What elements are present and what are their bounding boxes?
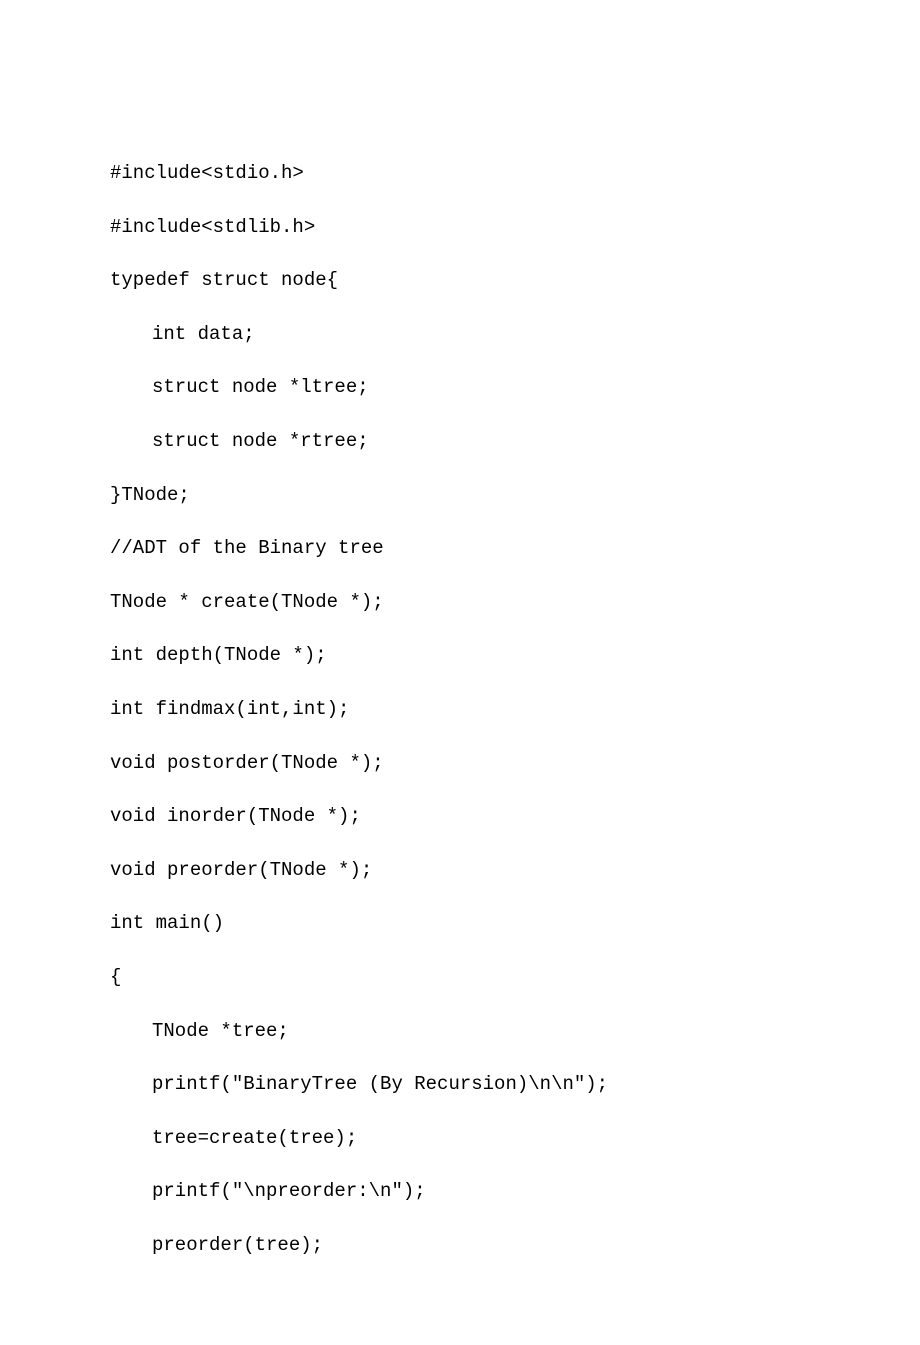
code-line: #include<stdio.h> (110, 160, 810, 187)
code-line: preorder(tree); (110, 1232, 810, 1259)
code-line: printf("\npreorder:\n"); (110, 1178, 810, 1205)
code-line: tree=create(tree); (110, 1125, 810, 1152)
code-line: TNode *tree; (110, 1018, 810, 1045)
code-line: struct node *rtree; (110, 428, 810, 455)
code-line: void postorder(TNode *); (110, 750, 810, 777)
code-line: //ADT of the Binary tree (110, 535, 810, 562)
code-line: { (110, 964, 810, 991)
code-line: int main() (110, 910, 810, 937)
code-document: #include<stdio.h> #include<stdlib.h> typ… (0, 0, 920, 1345)
code-line: }TNode; (110, 482, 810, 509)
code-line: typedef struct node{ (110, 267, 810, 294)
code-line: printf("BinaryTree (By Recursion)\n\n"); (110, 1071, 810, 1098)
code-line: int findmax(int,int); (110, 696, 810, 723)
code-line: TNode * create(TNode *); (110, 589, 810, 616)
code-line: struct node *ltree; (110, 374, 810, 401)
code-line: void inorder(TNode *); (110, 803, 810, 830)
code-line: #include<stdlib.h> (110, 214, 810, 241)
code-line: int depth(TNode *); (110, 642, 810, 669)
code-line: int data; (110, 321, 810, 348)
code-line: void preorder(TNode *); (110, 857, 810, 884)
